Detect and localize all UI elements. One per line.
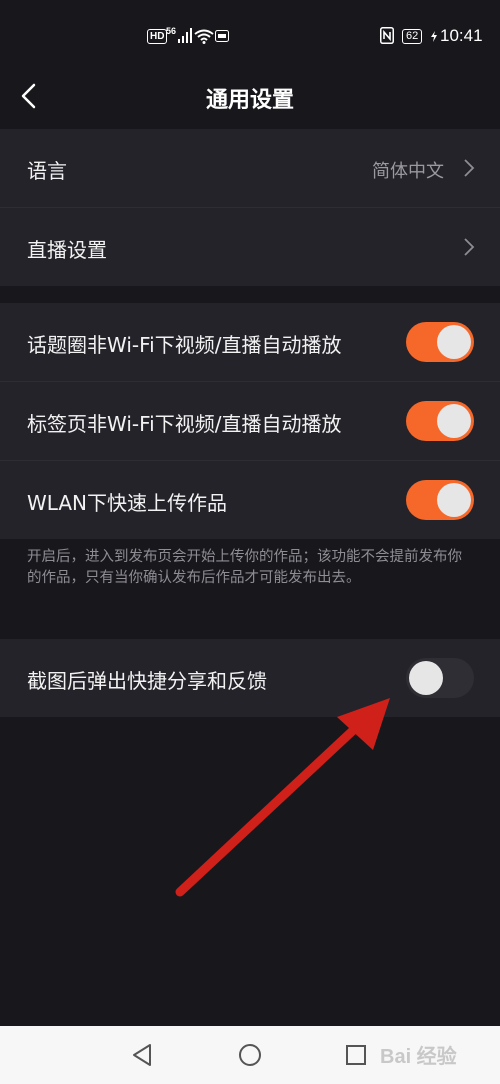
- upload-note: 开启后，进入到发布页会开始上传你的作品；该功能不会提前发布你的作品，只有当你确认…: [27, 549, 462, 586]
- nfc-icon: [380, 27, 394, 44]
- toggle-knob: [409, 661, 443, 695]
- setting-row-topic-autoplay: 话题圈非Wi-Fi下视频/直播自动播放: [0, 303, 500, 381]
- nav-recents-icon[interactable]: [326, 1026, 386, 1084]
- row-label: WLAN下快速上传作品: [27, 491, 228, 515]
- screenshot-share-toggle[interactable]: [406, 658, 474, 698]
- watermark: Bai 经验: [380, 1046, 457, 1068]
- toggle-knob: [437, 325, 471, 359]
- setting-row-screenshot-share: 截图后弹出快捷分享和反馈: [0, 639, 500, 717]
- setting-row-live[interactable]: 直播设置: [0, 208, 500, 286]
- header: 通用设置: [0, 70, 500, 128]
- signal-icon: [178, 28, 192, 43]
- clock: 10:41: [440, 26, 483, 45]
- toggle-knob: [437, 404, 471, 438]
- hd-badge: HD: [147, 29, 168, 44]
- row-label: 标签页非Wi-Fi下视频/直播自动播放: [27, 412, 342, 436]
- setting-row-tab-autoplay: 标签页非Wi-Fi下视频/直播自动播放: [0, 382, 500, 460]
- row-label: 语言: [27, 159, 67, 183]
- autoplay-tab-toggle[interactable]: [406, 401, 474, 441]
- battery-indicator: 62: [402, 29, 423, 44]
- chevron-right-icon: [464, 238, 475, 256]
- setting-row-language[interactable]: 语言 简体中文: [0, 129, 500, 207]
- row-label: 直播设置: [27, 238, 107, 262]
- network-type: 56: [166, 26, 177, 36]
- wlan-upload-toggle[interactable]: [406, 480, 474, 520]
- system-nav-bar: Bai 经验: [0, 1026, 500, 1084]
- nav-home-icon[interactable]: [220, 1026, 280, 1084]
- autoplay-topic-toggle[interactable]: [406, 322, 474, 362]
- charging-icon: [431, 31, 437, 42]
- wifi-icon: [194, 29, 214, 44]
- chevron-right-icon: [464, 159, 475, 177]
- row-label: 话题圈非Wi-Fi下视频/直播自动播放: [27, 333, 342, 357]
- row-value: 简体中文: [372, 161, 444, 182]
- toggle-knob: [437, 483, 471, 517]
- nfc-small-icon: [215, 30, 229, 42]
- status-bar: HD 56 62 10:41: [0, 0, 500, 70]
- page-title: 通用设置: [205, 88, 294, 113]
- nav-back-icon[interactable]: [112, 1026, 172, 1084]
- setting-row-wlan-upload: WLAN下快速上传作品: [0, 461, 500, 539]
- row-label: 截图后弹出快捷分享和反馈: [27, 669, 267, 693]
